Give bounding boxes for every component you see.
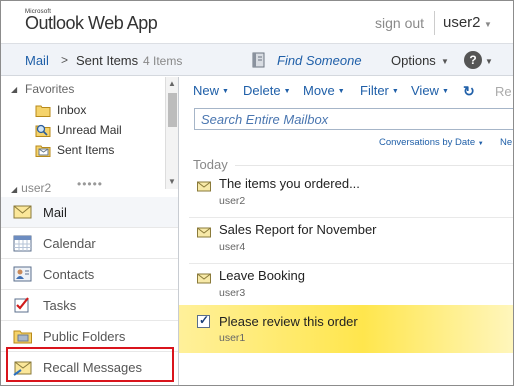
chevron-down-icon: ▼ — [283, 88, 291, 96]
options-menu[interactable]: Options — [391, 53, 436, 68]
chevron-down-icon: ▼ — [222, 88, 229, 96]
envelope-icon — [197, 272, 211, 284]
row-divider — [189, 263, 513, 264]
sent-items-icon — [35, 143, 51, 157]
message-toolbar: New ▼ Delete ▼ Move ▼ Filter ▼ View ▼ ↻ Re — [179, 77, 513, 105]
folder-label: Sent Items — [57, 143, 115, 157]
message-sender: user4 — [219, 241, 246, 253]
favorites-header[interactable]: Favorites — [25, 82, 74, 96]
contacts-icon — [13, 265, 33, 283]
mailbox-user-header[interactable]: ◢ user2 — [11, 181, 51, 195]
chevron-down-icon: ▼ — [477, 141, 484, 147]
view-label: View — [411, 83, 439, 98]
chevron-down-icon: ▼ — [391, 88, 399, 96]
envelope-icon — [197, 226, 211, 238]
nav-calendar[interactable]: Calendar — [1, 228, 178, 259]
find-someone-link[interactable]: Find Someone — [277, 53, 362, 68]
chevron-down-icon[interactable]: ▼ — [485, 57, 493, 66]
public-folders-icon — [13, 327, 33, 345]
breadcrumb-separator: > — [61, 53, 69, 67]
view-button[interactable]: View ▼ — [411, 83, 449, 98]
breadcrumb-bar: Mail > Sent Items 4 Items Find Someone O… — [1, 43, 513, 76]
nav-label: Contacts — [43, 266, 95, 282]
delete-label: Delete — [243, 83, 281, 98]
message-list-pane: New ▼ Delete ▼ Move ▼ Filter ▼ View ▼ ↻ Re Se… — [179, 77, 513, 385]
folder-sent-items[interactable]: Sent Items — [35, 141, 114, 159]
breadcrumb-current-folder: Sent Items — [76, 53, 139, 68]
search-folder-icon — [35, 123, 51, 137]
scroll-down-icon[interactable]: ▼ — [168, 177, 176, 186]
message-row-selected[interactable]: ✓ Please review this order user1 — [179, 305, 513, 353]
owa-window: Microsoft Outlook Web App sign out user2… — [0, 0, 514, 386]
message-sender: user3 — [219, 287, 246, 299]
folder-label: Inbox — [57, 103, 87, 117]
folder-scrollbar[interactable]: ▲ ▼ — [165, 77, 178, 189]
message-subject: Sales Report for November — [219, 222, 377, 237]
search-mailbox-input[interactable]: Search Entire Mailbox — [194, 108, 513, 130]
message-subject: Leave Booking — [219, 268, 306, 283]
message-subject: The items you ordered... — [219, 176, 360, 191]
nav-label: Calendar — [43, 235, 96, 251]
nav-label: Tasks — [43, 297, 77, 313]
filter-label: Filter — [360, 83, 389, 98]
chevron-down-icon[interactable]: ▼ — [441, 57, 449, 66]
recall-messages-highlight — [6, 347, 174, 382]
nav-mail[interactable]: Mail — [1, 197, 178, 228]
mail-icon — [13, 203, 33, 221]
sort-by-conversations[interactable]: Conversations by Date ▼ — [379, 137, 484, 148]
item-count: 4 Items — [143, 54, 183, 68]
row-divider — [189, 217, 513, 218]
nav-contacts[interactable]: Contacts — [1, 259, 178, 290]
collapse-triangle-icon[interactable]: ◢ — [11, 85, 17, 94]
selected-checkbox[interactable]: ✓ — [197, 313, 210, 328]
scroll-thumb[interactable] — [168, 93, 177, 127]
nav-tasks[interactable]: Tasks — [1, 290, 178, 321]
help-icon[interactable]: ? — [464, 51, 482, 69]
inbox-folder-icon — [35, 103, 51, 117]
sign-out-link[interactable]: sign out — [375, 15, 424, 31]
search-placeholder: Search Entire Mailbox — [201, 112, 329, 127]
collapse-triangle-icon: ◢ — [11, 185, 18, 194]
nav-label: Public Folders — [43, 328, 126, 344]
chevron-down-icon: ▼ — [337, 88, 345, 96]
group-divider — [235, 165, 513, 166]
refresh-icon[interactable]: ↻ — [463, 83, 475, 100]
user-menu[interactable]: user2 — [443, 14, 481, 31]
truncated-sort-option[interactable]: Ne — [500, 137, 512, 148]
app-title: Outlook Web App — [25, 13, 158, 33]
sort-label: Conversations by Date — [379, 137, 476, 148]
delete-button[interactable]: Delete ▼ — [243, 83, 291, 98]
new-label: New — [193, 83, 220, 98]
mailbox-user-label: user2 — [21, 181, 52, 195]
move-label: Move — [303, 83, 335, 98]
scroll-up-icon[interactable]: ▲ — [168, 79, 176, 88]
message-row[interactable]: The items you ordered... user2 — [179, 174, 513, 220]
new-button[interactable]: New ▼ — [193, 83, 229, 98]
truncated-toolbar-item[interactable]: Re — [495, 84, 512, 99]
breadcrumb-mail[interactable]: Mail — [25, 53, 49, 68]
app-header: Microsoft Outlook Web App sign out user2… — [1, 1, 513, 43]
address-book-icon[interactable] — [251, 52, 267, 68]
navigation-pane: ◢ Favorites Inbox Unread Mail Sent Items… — [1, 77, 179, 385]
pane-resize-grip[interactable]: ••••• — [77, 177, 103, 191]
nav-label: Mail — [43, 204, 67, 220]
message-subject: Please review this order — [219, 314, 358, 329]
folder-inbox[interactable]: Inbox — [35, 101, 86, 119]
envelope-icon — [197, 180, 211, 192]
chevron-down-icon[interactable]: ▼ — [484, 20, 492, 29]
header-divider — [434, 11, 435, 35]
move-button[interactable]: Move ▼ — [303, 83, 345, 98]
checkmark-icon: ✓ — [199, 313, 210, 327]
folder-unread-mail[interactable]: Unread Mail — [35, 121, 122, 139]
chevron-down-icon: ▼ — [441, 88, 449, 96]
message-sender: user1 — [219, 332, 246, 344]
calendar-icon — [13, 234, 33, 252]
tasks-icon — [13, 296, 33, 314]
message-sender: user2 — [219, 195, 246, 207]
group-header-today: Today — [193, 157, 228, 172]
message-row[interactable]: Sales Report for November user4 — [179, 220, 513, 266]
filter-button[interactable]: Filter ▼ — [360, 83, 399, 98]
folder-label: Unread Mail — [57, 123, 122, 137]
